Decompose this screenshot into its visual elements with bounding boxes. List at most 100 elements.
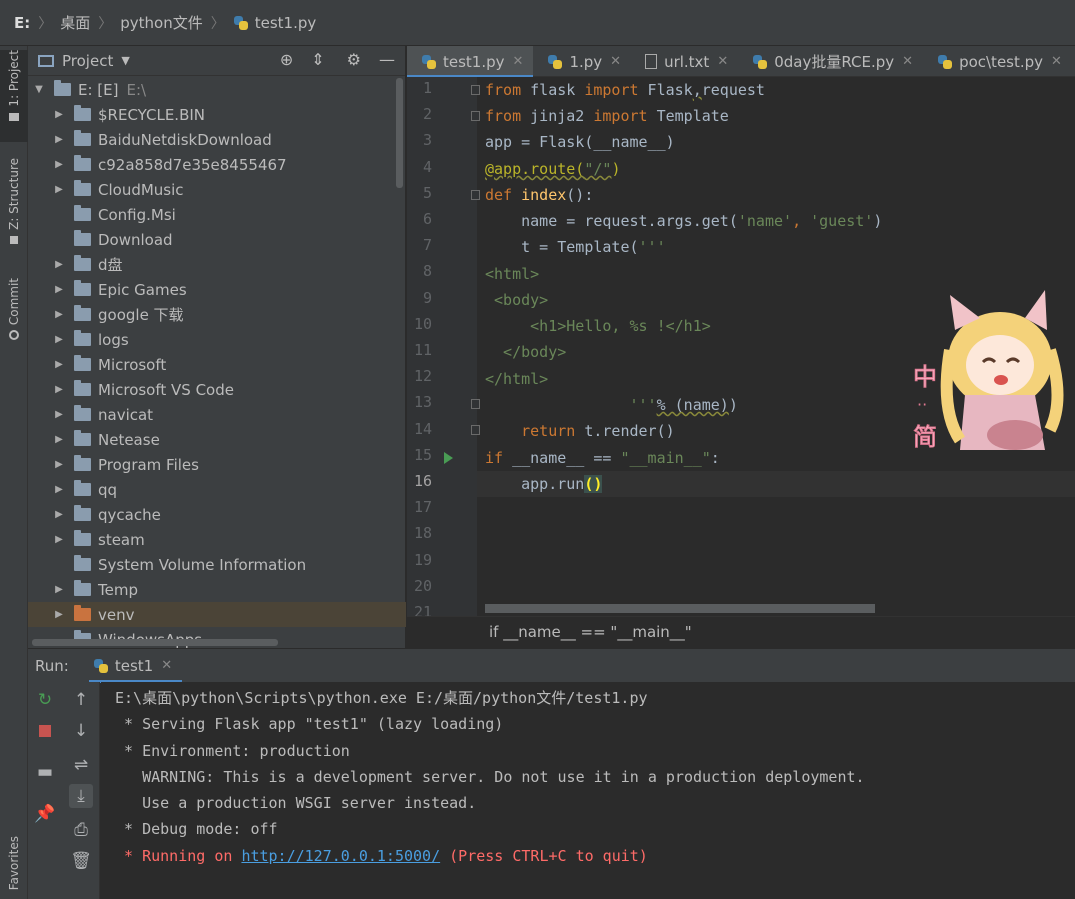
pin-icon[interactable]: 📌 [33,802,57,826]
tree-vertical-scrollbar[interactable] [396,78,403,188]
expand-arrow-icon[interactable]: ▶ [52,359,66,370]
run-tab-test1[interactable]: test1 ✕ [88,649,183,683]
code-line-6: name = request.args.get('name', 'guest') [485,212,883,230]
tree-item[interactable]: System Volume Information [28,552,406,577]
fold-marker-icon[interactable] [471,425,480,435]
arrow-up-icon[interactable]: ↑ [69,688,93,712]
close-icon[interactable]: ✕ [902,54,913,69]
close-icon[interactable]: ✕ [610,54,621,69]
fold-marker-icon[interactable] [471,85,480,95]
tree-item[interactable]: ▶ Program Files [28,452,406,477]
tree-item-label: Download [98,230,173,249]
tree-item[interactable]: ▶ Microsoft [28,352,406,377]
tab-0day-rce-py[interactable]: 0day批量RCE.py ✕ [738,46,923,77]
tree-item[interactable]: Download [28,227,406,252]
stop-icon[interactable] [33,719,57,743]
close-icon[interactable]: ✕ [717,54,728,69]
expand-arrow-icon[interactable]: ▶ [52,484,66,495]
expand-arrow-icon[interactable]: ▶ [52,584,66,595]
console-line: Use a production WSGI server instead. [115,794,477,813]
tab-url-txt[interactable]: url.txt ✕ [631,46,738,77]
expand-arrow-icon[interactable]: ▶ [52,334,66,345]
scroll-to-end-icon[interactable]: ⤓ [69,784,93,808]
tree-item[interactable]: ▶ steam [28,527,406,552]
expand-arrow-icon[interactable]: ▶ [52,459,66,470]
close-icon[interactable]: ✕ [513,54,524,69]
tree-item[interactable]: ▶ d盘 [28,252,406,277]
structure-tool-tab[interactable]: Z: Structure [0,158,28,256]
tree-item[interactable]: ▶ Temp [28,577,406,602]
project-tool-tab[interactable]: 1: Project [0,50,28,142]
tree-horizontal-scrollbar[interactable] [32,639,278,646]
expand-arrow-icon[interactable]: ▶ [52,134,66,145]
run-gutter-icon[interactable] [444,452,453,464]
chevron-down-icon[interactable]: ▼ [121,54,129,67]
soft-wrap-icon[interactable]: ⇌ [69,753,93,777]
line-number: 8 [422,262,432,281]
trash-icon[interactable]: 🗑 [69,849,93,873]
server-url-link[interactable]: http://127.0.0.1:5000/ [241,847,440,865]
expand-arrow-icon[interactable]: ▶ [52,309,66,320]
tab-test1-py[interactable]: test1.py ✕ [407,46,534,78]
commit-tool-tab[interactable]: Commit [0,278,28,350]
tree-root[interactable]: ▼ E: [E] E:\ [28,77,406,102]
expand-arrow-icon[interactable]: ▶ [52,284,66,295]
code-structure-breadcrumb[interactable]: if __name__ == "__main__" [407,616,1075,648]
expand-arrow-icon[interactable]: ▶ [52,434,66,445]
expand-arrow-icon[interactable]: ▶ [52,409,66,420]
project-panel-title[interactable]: Project [62,52,113,70]
expand-arrow-icon[interactable]: ▶ [52,109,66,120]
folder-icon [74,380,91,396]
tree-item[interactable]: ▶ navicat [28,402,406,427]
expand-arrow-icon[interactable]: ▶ [52,609,66,620]
fold-marker-icon[interactable] [471,111,480,121]
collapse-all-icon[interactable]: ⇕ [311,50,324,69]
rerun-icon[interactable]: ↻ [33,688,57,712]
expand-arrow-icon[interactable]: ▶ [52,384,66,395]
tree-item[interactable]: ▶ Netease [28,427,406,452]
tree-item[interactable]: ▶ logs [28,327,406,352]
tree-item[interactable]: ▶ BaiduNetdiskDownload [28,127,406,152]
tab-1-py[interactable]: 1.py ✕ [533,46,631,77]
gear-icon[interactable]: ⚙ [347,50,361,69]
tab-poc-test-py[interactable]: poc\test.py ✕ [923,46,1072,77]
text-file-icon [645,54,658,69]
editor-tabs: test1.py ✕ 1.py ✕ url.txt ✕ 0day批量RCE.py… [407,46,1075,78]
hide-icon[interactable]: — [379,50,395,69]
tree-item[interactable]: Config.Msi [28,202,406,227]
expand-arrow-icon[interactable]: ▶ [52,159,66,170]
layout-icon[interactable]: ▬ [33,760,57,784]
locate-icon[interactable]: ⊕ [280,50,293,69]
arrow-down-icon[interactable]: ↓ [69,719,93,743]
breadcrumb-drive[interactable]: E: [14,14,30,32]
fold-marker-icon[interactable] [471,190,480,200]
tree-item[interactable]: ▶ qycache [28,502,406,527]
tree-item[interactable]: ▶ google 下载 [28,302,406,327]
expand-arrow-icon[interactable]: ▶ [52,184,66,195]
editor-horizontal-scrollbar[interactable] [485,604,875,613]
close-icon[interactable]: ✕ [161,658,172,673]
favorites-tool-tab[interactable]: Favorites [0,836,28,896]
expand-arrow-icon[interactable]: ▶ [52,534,66,545]
tree-item[interactable]: ▶ CloudMusic [28,177,406,202]
breadcrumb-item-file[interactable]: test1.py [233,14,316,32]
close-icon[interactable]: ✕ [1051,54,1062,69]
tree-item[interactable]: ▶ $RECYCLE.BIN [28,102,406,127]
print-icon[interactable]: ⎙ [69,818,93,842]
expand-arrow-icon[interactable]: ▶ [52,259,66,270]
breadcrumb-item-desktop[interactable]: 桌面 [60,12,90,33]
fold-marker-icon[interactable] [471,399,480,409]
folder-icon [74,305,91,321]
expand-arrow-icon[interactable]: ▼ [32,84,46,95]
tree-item[interactable]: ▶ venv [28,602,406,627]
expand-arrow-icon[interactable]: ▶ [52,509,66,520]
line-number: 7 [422,236,432,255]
tree-item[interactable]: ▶ c92a858d7e35e8455467 [28,152,406,177]
tree-item[interactable]: ▶ Microsoft VS Code [28,377,406,402]
folder-icon [74,405,91,421]
code-line-16: app.run() [485,475,603,493]
run-console[interactable]: E:\桌面\python\Scripts\python.exe E:/桌面/py… [101,682,1075,899]
tree-item[interactable]: ▶ qq [28,477,406,502]
tree-item[interactable]: ▶ Epic Games [28,277,406,302]
breadcrumb-item-python-folder[interactable]: python文件 [120,12,202,33]
